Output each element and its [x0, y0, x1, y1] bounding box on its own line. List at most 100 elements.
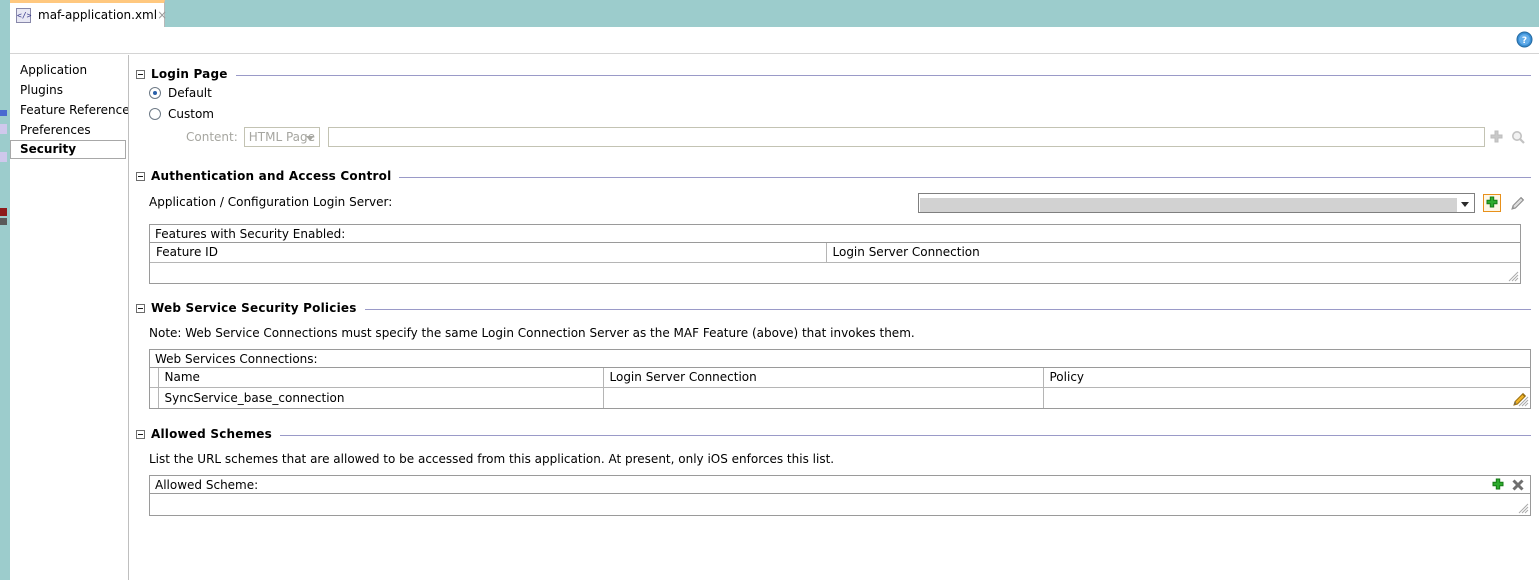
login-page-default-option[interactable]: Default [149, 83, 1529, 102]
cell-policy[interactable] [1043, 387, 1530, 408]
connections-table-caption: Web Services Connections: [150, 350, 1530, 368]
sidebar-item-feature-references[interactable]: Feature References [10, 100, 136, 120]
sidebar-item-security[interactable]: Security [10, 140, 126, 159]
allowed-schemes-description: List the URL schemes that are allowed to… [149, 452, 835, 466]
features-table: Feature ID Login Server Connection [150, 243, 1520, 283]
row-selector-header [150, 368, 159, 388]
sidebar-item-label: Security [20, 142, 77, 156]
sidebar-item-label: Application [20, 63, 88, 77]
tab-maf-application-xml[interactable]: </> maf-application.xml × [10, 0, 167, 27]
resize-grip-icon[interactable] [1517, 395, 1529, 407]
content-browse-magnifier-icon [1507, 127, 1529, 147]
login-page-custom-option[interactable]: Custom [149, 104, 1529, 123]
allowed-scheme-caption: Allowed Scheme: [150, 476, 1530, 494]
login-page-content-row: Content: HTML Page [149, 127, 1529, 147]
section-title: Allowed Schemes [151, 427, 272, 441]
content-add-button [1485, 127, 1507, 147]
section-title: Authentication and Access Control [151, 169, 392, 183]
web-services-connections-table-panel: Web Services Connections: Name Login Ser… [149, 349, 1531, 409]
section-title: Login Page [151, 67, 228, 81]
settings-nav-list: Application Plugins Feature References P… [10, 55, 136, 580]
column-header-feature-id[interactable]: Feature ID [150, 243, 827, 263]
radio-default-label: Default [168, 85, 212, 100]
column-header-name[interactable]: Name [158, 368, 604, 388]
features-table-caption-label: Features with Security Enabled: [155, 226, 346, 241]
web-service-section-header: Web Service Security Policies [136, 284, 1531, 315]
gutter-marker [0, 124, 7, 134]
login-page-section-header: Login Page [136, 55, 1531, 81]
collapse-toggle-icon[interactable] [136, 429, 145, 439]
editor-tab-bar: </> maf-application.xml × [10, 0, 1539, 27]
close-icon[interactable]: × [157, 9, 167, 21]
radio-custom-label: Custom [168, 106, 214, 121]
allowed-schemes-section-header: Allowed Schemes [136, 409, 1531, 441]
sidebar-item-label: Preferences [20, 123, 91, 137]
sidebar-item-preferences[interactable]: Preferences [10, 120, 127, 140]
collapse-toggle-icon[interactable] [136, 69, 145, 79]
authentication-section-header: Authentication and Access Control [136, 147, 1531, 183]
allowed-schemes-section-body: List the URL schemes that are allowed to… [129, 452, 1539, 516]
login-server-select[interactable] [918, 193, 1475, 213]
column-header-login-server-connection[interactable]: Login Server Connection [826, 243, 1520, 263]
column-header-policy[interactable]: Policy [1043, 368, 1530, 388]
connections-table: Name Login Server Connection Policy Sync… [150, 368, 1530, 408]
gutter-marker [0, 218, 7, 225]
table-header-row: Feature ID Login Server Connection [150, 243, 1520, 263]
login-page-section-body: Default Custom Content: HTML Page [129, 83, 1539, 147]
divider [279, 434, 1531, 436]
row-selector-cell[interactable] [150, 387, 159, 408]
features-table-body [150, 262, 1520, 283]
content-type-select: HTML Page [243, 127, 320, 147]
cell-name[interactable]: SyncService_base_connection [158, 387, 604, 408]
sidebar-item-application[interactable]: Application [10, 60, 127, 80]
web-service-note: Note: Web Service Connections must speci… [149, 326, 915, 340]
connections-table-caption-label: Web Services Connections: [155, 351, 318, 366]
cell-login-server-connection[interactable] [603, 387, 1044, 408]
help-icon[interactable]: ? [1516, 31, 1533, 48]
section-title: Web Service Security Policies [151, 301, 357, 315]
empty-table-body[interactable] [150, 494, 1530, 515]
security-settings-panel: Login Page Default Custom Content: HTML … [128, 55, 1539, 580]
add-login-server-button[interactable] [1483, 194, 1501, 212]
radio-custom-icon[interactable] [149, 107, 161, 120]
content-label: Content: [186, 130, 238, 144]
sidebar-item-plugins[interactable]: Plugins [10, 80, 127, 100]
allowed-schemes-table-panel: Allowed Scheme: [149, 475, 1531, 516]
web-service-section-body: Note: Web Service Connections must speci… [129, 326, 1539, 409]
table-header-row: Name Login Server Connection Policy [150, 368, 1530, 388]
divider [364, 308, 1531, 310]
allowed-schemes-table [150, 494, 1530, 515]
divider [399, 176, 1531, 178]
table-row[interactable]: SyncService_base_connection [150, 387, 1530, 408]
features-security-table: Features with Security Enabled: Feature … [149, 224, 1521, 284]
authentication-section-body: Application / Configuration Login Server… [129, 193, 1539, 284]
chevron-down-icon [305, 136, 314, 141]
resize-grip-icon[interactable] [1517, 502, 1529, 514]
editor-gutter-strip [0, 0, 10, 580]
allowed-scheme-caption-label: Allowed Scheme: [155, 477, 259, 492]
tab-label: maf-application.xml [38, 8, 158, 22]
gutter-marker [0, 208, 7, 216]
sidebar-item-label: Plugins [20, 83, 63, 97]
empty-table-body[interactable] [150, 262, 1520, 283]
collapse-toggle-icon[interactable] [136, 303, 145, 313]
collapse-toggle-icon[interactable] [136, 171, 145, 181]
editor-toolbar: ? [10, 27, 1539, 54]
radio-default-icon[interactable] [149, 86, 161, 99]
divider [235, 74, 1531, 76]
svg-text:?: ? [1522, 36, 1527, 46]
allowed-scheme-actions [1488, 477, 1530, 493]
connections-table-body: SyncService_base_connection [150, 387, 1530, 408]
xml-file-icon: </> [16, 7, 31, 23]
add-allowed-scheme-button[interactable] [1488, 477, 1508, 493]
sidebar-item-label: Feature References [20, 103, 136, 117]
chevron-down-icon[interactable] [1461, 202, 1469, 207]
edit-login-server-button[interactable] [1507, 193, 1529, 213]
resize-grip-icon[interactable] [1507, 270, 1519, 282]
content-path-input [327, 127, 1485, 147]
gutter-marker [0, 152, 7, 162]
column-header-login-server-connection[interactable]: Login Server Connection [603, 368, 1044, 388]
remove-allowed-scheme-button[interactable] [1508, 477, 1528, 493]
features-table-caption: Features with Security Enabled: [150, 225, 1520, 243]
gutter-marker [0, 110, 7, 116]
